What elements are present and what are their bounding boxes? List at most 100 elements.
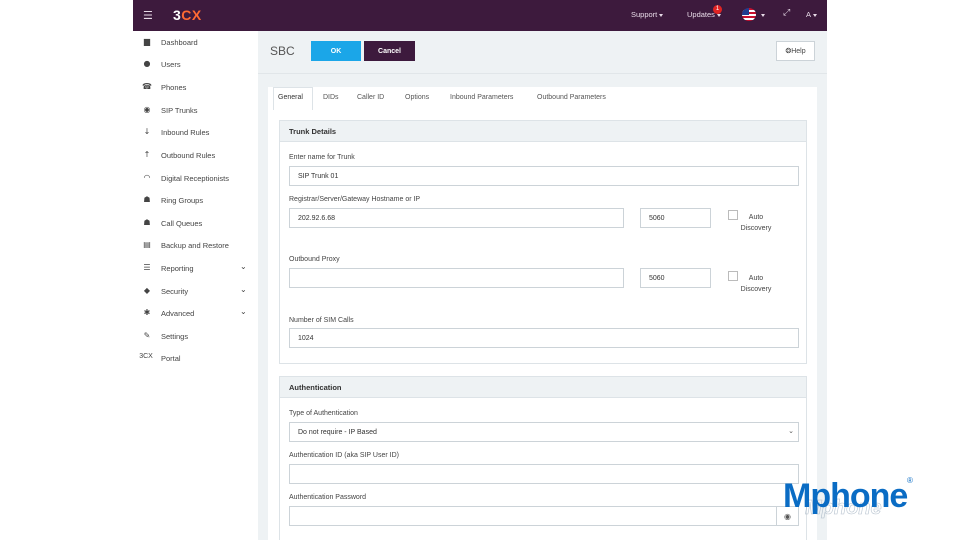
globe-icon: ◉ (143, 105, 151, 114)
auth-type-value: Do not require - IP Based (298, 429, 377, 436)
caret-down-icon (659, 13, 664, 17)
sidebar-item-call-queues[interactable]: ☗ Call Queues (133, 214, 258, 234)
list-icon: ☰ (143, 263, 151, 272)
cancel-button[interactable]: Cancel (364, 41, 415, 61)
sim-calls-label: Number of SIM Calls (289, 317, 354, 324)
authentication-card: Authentication Type of Authentication Do… (279, 376, 807, 540)
auth-password-input[interactable] (289, 506, 777, 526)
sidebar-item-reporting[interactable]: ☰ Reporting ⌄ (133, 259, 258, 279)
chevron-down-icon[interactable]: ⌄ (240, 262, 247, 271)
sidebar-item-settings[interactable]: ✎ Settings (133, 327, 258, 347)
phone-icon: ☎ (142, 82, 152, 91)
top-bar: ☰ 3CX Support Updates 1 ⤢ A (133, 0, 827, 31)
support-label: Support (631, 10, 658, 19)
ok-button[interactable]: OK (311, 41, 361, 61)
sidebar-item-sip-trunks[interactable]: ◉ SIP Trunks (133, 101, 258, 121)
sidebar-item-digital-receptionists[interactable]: ◠ Digital Receptionists (133, 169, 258, 189)
mphone-logo: Mphone Mphone ® (783, 476, 918, 519)
sidebar-item-label: Phones (161, 83, 187, 92)
3cx-logo[interactable]: 3CX (173, 7, 202, 23)
sidebar-item-label: SIP Trunks (161, 106, 198, 115)
sidebar-item-label: Ring Groups (161, 196, 204, 205)
chevron-down-icon[interactable]: ⌄ (240, 307, 247, 316)
auth-id-label: Authentication ID (aka SIP User ID) (289, 452, 399, 459)
us-flag-icon[interactable] (742, 8, 756, 21)
chevron-down-icon[interactable]: ⌄ (240, 285, 247, 294)
sidebar-item-label: Users (161, 60, 181, 69)
auth-type-label: Type of Authentication (289, 410, 358, 417)
main-panel: SBC OK Cancel ❂Help General DIDs Caller … (258, 31, 827, 540)
updates-menu[interactable]: Updates 1 (687, 5, 722, 19)
sidebar-item-label: Security (161, 287, 189, 296)
sidebar-item-label: Reporting (161, 264, 194, 273)
tab-bar: General DIDs Caller ID Options Inbound P… (268, 87, 817, 110)
auto-discovery-label: Auto Discovery (740, 275, 772, 293)
tab-options[interactable]: Options (405, 94, 429, 101)
arrow-down-icon: ↓ (143, 127, 151, 136)
queue-icon: ☗ (143, 218, 151, 227)
trunk-name-label: Enter name for Trunk (289, 154, 355, 161)
card-header: Trunk Details (280, 121, 806, 142)
sidebar-item-dashboard[interactable]: ▆ Dashboard (133, 33, 258, 53)
page-title: SBC (270, 44, 295, 58)
page-header: SBC OK Cancel ❂Help (258, 31, 827, 74)
tab-outbound-parameters[interactable]: Outbound Parameters (537, 94, 606, 101)
sidebar-item-advanced[interactable]: ✱ Advanced ⌄ (133, 304, 258, 324)
headset-icon: ◠ (143, 173, 151, 182)
tab-caller-id[interactable]: Caller ID (357, 94, 384, 101)
shield-icon: ◆ (143, 286, 151, 295)
app-window: ☰ 3CX Support Updates 1 ⤢ A ▆ Dashboard ● U… (133, 0, 827, 540)
sidebar-item-label: Outbound Rules (161, 151, 216, 160)
brand-name: Mphone (783, 477, 908, 515)
outbound-proxy-input[interactable] (289, 268, 624, 288)
arrow-up-icon: ↑ (143, 150, 151, 159)
sidebar-item-label: Call Queues (161, 219, 203, 228)
language-caret-icon[interactable] (761, 14, 765, 17)
auth-id-input[interactable] (289, 464, 799, 484)
auto-discovery-label: Auto Discovery (740, 214, 772, 232)
user-icon: ● (143, 59, 151, 68)
chevron-down-icon: ⌄ (788, 427, 794, 435)
sidebar-item-phones[interactable]: ☎ Phones (133, 78, 258, 98)
sidebar-item-ring-groups[interactable]: ☗ Ring Groups (133, 191, 258, 211)
trunk-details-card: Trunk Details Enter name for Trunk SIP T… (279, 120, 807, 364)
logo-letters: CX (181, 7, 202, 23)
hamburger-icon[interactable]: ☰ (143, 9, 153, 22)
tab-dids[interactable]: DIDs (323, 94, 339, 101)
sim-calls-input[interactable]: 1024 (289, 328, 799, 348)
sidebar-item-portal[interactable]: 3CX Portal (133, 349, 258, 369)
trunk-name-input[interactable]: SIP Trunk 01 (289, 166, 799, 186)
sidebar-item-inbound-rules[interactable]: ↓ Inbound Rules (133, 123, 258, 143)
outbound-proxy-port-input[interactable]: 5060 (640, 268, 711, 288)
sidebar-item-backup-and-restore[interactable]: ▤ Backup and Restore (133, 236, 258, 256)
content-area: General DIDs Caller ID Options Inbound P… (268, 87, 817, 540)
group-icon: ☗ (143, 195, 151, 204)
sidebar-item-label: Settings (161, 332, 189, 341)
caret-down-icon (813, 13, 818, 17)
sidebar-item-label: Advanced (161, 309, 195, 318)
bar-chart-icon: ▆ (143, 37, 151, 46)
tab-general[interactable]: General (278, 94, 303, 101)
registrar-input[interactable]: 202.92.6.68 (289, 208, 624, 228)
sidebar-item-label: Digital Receptionists (161, 174, 229, 183)
database-icon: ▤ (143, 240, 151, 249)
sidebar-item-security[interactable]: ◆ Security ⌄ (133, 282, 258, 302)
sidebar-item-outbound-rules[interactable]: ↑ Outbound Rules (133, 146, 258, 166)
sidebar-item-users[interactable]: ● Users (133, 55, 258, 75)
expand-icon[interactable]: ⤢ (783, 8, 790, 18)
registrar-port-input[interactable]: 5060 (640, 208, 711, 228)
outbound-proxy-label: Outbound Proxy (289, 256, 340, 263)
auth-password-label: Authentication Password (289, 494, 367, 501)
sidebar: ▆ Dashboard ● Users ☎ Phones ◉ SIP Trunks ↓ I… (133, 31, 258, 540)
updates-label: Updates (687, 10, 715, 19)
user-menu[interactable]: A (806, 10, 818, 19)
3cx-icon: 3CX (139, 353, 153, 360)
user-label: A (806, 10, 812, 19)
auth-type-select[interactable]: Do not require - IP Based ⌄ (289, 422, 799, 442)
registrar-label: Registrar/Server/Gateway Hostname or IP (289, 196, 421, 203)
sidebar-item-label: Portal (161, 354, 181, 363)
support-menu[interactable]: Support (631, 10, 664, 19)
help-button[interactable]: ❂Help (776, 41, 815, 61)
updates-badge: 1 (713, 5, 722, 14)
tab-inbound-parameters[interactable]: Inbound Parameters (450, 94, 513, 101)
